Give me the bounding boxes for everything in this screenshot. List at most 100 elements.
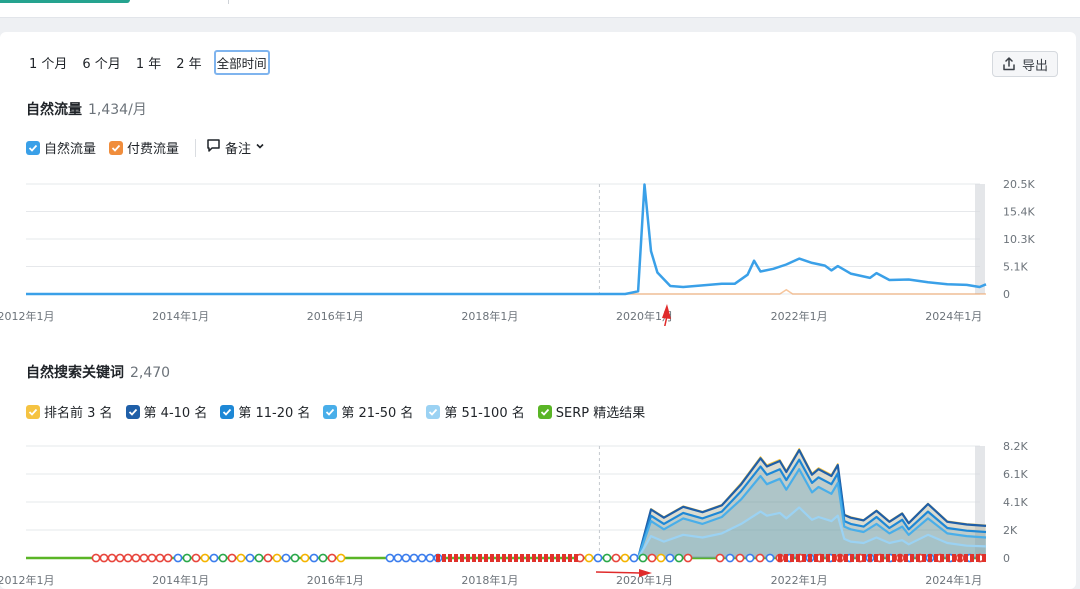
note-flag-icon (460, 554, 464, 562)
period-2-years[interactable]: 2 年 (173, 50, 204, 75)
note-flag-icon (904, 554, 908, 562)
x-tick-label: 2012年1月 (0, 309, 55, 323)
note-flag-icon (802, 554, 806, 562)
note-flag-icon (832, 554, 836, 562)
note-flag-icon (940, 554, 944, 562)
google-update-icon (263, 553, 273, 563)
google-update-icon (674, 553, 684, 563)
y-tick-label: 2K (1003, 524, 1018, 537)
google-update-icon (665, 553, 675, 563)
google-update-icon (629, 553, 639, 563)
google-update-icon (611, 553, 621, 563)
legend-paid-traffic[interactable]: 付费流量 (109, 138, 179, 157)
notes-dropdown[interactable]: 备注 (206, 138, 265, 157)
period-1-month[interactable]: 1 个月 (26, 50, 70, 75)
traffic-legend: 自然流量 付费流量 备注 (26, 138, 265, 157)
legend-keyword-rank-0[interactable]: 排名前 3 名 (26, 402, 113, 421)
note-flag-icon (454, 554, 458, 562)
note-flag-icon (508, 554, 512, 562)
google-update-icon (620, 553, 630, 563)
legend-label: 付费流量 (127, 142, 180, 157)
export-label: 导出 (1021, 58, 1048, 74)
legend-keyword-rank-4[interactable]: 第 51-100 名 (426, 402, 525, 421)
google-update-icon (131, 553, 141, 563)
period-6-months[interactable]: 6 个月 (79, 50, 123, 75)
checkbox-checked-icon (26, 140, 40, 155)
notes-label: 备注 (225, 142, 252, 157)
export-button[interactable]: 导出 (992, 51, 1058, 77)
checkbox-checked-icon (426, 404, 441, 419)
x-tick-label: 2022年1月 (771, 573, 828, 587)
google-update-icon (236, 553, 246, 563)
legend-divider (195, 138, 197, 157)
google-update-icon (683, 553, 693, 563)
note-flag-icon (574, 554, 578, 562)
note-flag-icon (910, 554, 914, 562)
google-update-icon (163, 553, 173, 563)
note-flag-icon (958, 554, 962, 562)
google-update-icon (318, 553, 328, 563)
google-update-icon (99, 553, 109, 563)
traffic-title: 自然流量 (26, 102, 82, 118)
google-update-icon (393, 553, 403, 563)
checkbox-checked-icon (220, 404, 235, 419)
legend-label: 第 11-20 名 (238, 406, 311, 421)
y-tick-label: 10.3K (1003, 233, 1035, 246)
y-tick-label: 6.1K (1003, 468, 1028, 481)
y-tick-label: 15.4K (1003, 206, 1035, 219)
google-update-icon (638, 553, 648, 563)
note-flag-icon (796, 554, 800, 562)
google-update-icon (715, 553, 725, 563)
google-update-icon (425, 553, 435, 563)
google-update-icon (139, 553, 149, 563)
legend-keyword-rank-2[interactable]: 第 11-20 名 (220, 402, 310, 421)
google-update-icon (336, 553, 346, 563)
checkbox-checked-icon (125, 404, 140, 419)
note-flag-icon (526, 554, 530, 562)
google-update-icon (272, 553, 282, 563)
y-tick-label: 0 (1003, 552, 1010, 565)
note-flag-icon (922, 554, 926, 562)
google-update-icon (200, 553, 210, 563)
google-update-icon (401, 553, 411, 563)
x-tick-label: 2012年1月 (0, 573, 55, 587)
note-flag-icon (820, 554, 824, 562)
legend-keyword-rank-1[interactable]: 第 4-10 名 (125, 402, 207, 421)
y-tick-label: 4.1K (1003, 496, 1028, 509)
google-update-icon (147, 553, 157, 563)
note-flag-icon (886, 554, 890, 562)
note-flag-icon (484, 554, 488, 562)
note-flag-icon (436, 554, 440, 562)
google-update-icon (327, 553, 337, 563)
area-0 (638, 448, 986, 558)
note-flag-icon (892, 554, 896, 562)
period-1-year[interactable]: 1 年 (133, 50, 164, 75)
google-update-icon (409, 553, 419, 563)
note-flag-icon (502, 554, 506, 562)
note-flag-icon (496, 554, 500, 562)
note-flag-icon (442, 554, 446, 562)
legend-keyword-rank-3[interactable]: 第 21-50 名 (323, 402, 413, 421)
note-flag-icon (970, 554, 974, 562)
google-update-icon (254, 553, 264, 563)
x-tick-label: 2014年1月 (152, 309, 209, 323)
note-flag-icon (478, 554, 482, 562)
note-flag-icon (784, 554, 788, 562)
note-flag-icon (946, 554, 950, 562)
y-tick-label: 5.1K (1003, 261, 1028, 274)
google-update-icon (173, 553, 183, 563)
checkbox-checked-icon (26, 404, 40, 419)
x-tick-label: 2018年1月 (461, 309, 518, 323)
note-flag-icon (856, 554, 860, 562)
x-tick-label: 2024年1月 (925, 573, 982, 587)
note-flag-icon (850, 554, 854, 562)
legend-organic-traffic[interactable]: 自然流量 (26, 138, 96, 157)
x-tick-label: 2014年1月 (152, 573, 209, 587)
note-flag-icon (568, 554, 572, 562)
checkbox-checked-icon (323, 404, 338, 419)
legend-keyword-rank-5[interactable]: SERP 精选结果 (537, 402, 645, 421)
note-flag-icon (472, 554, 476, 562)
note-flag-icon (544, 554, 548, 562)
organic-traffic-chart: 20.5K 15.4K 10.3K 5.1K 0 2012年1月 2014年1月 2016年1… (0, 178, 1035, 326)
period-all-time[interactable]: 全部时间 (213, 50, 270, 75)
